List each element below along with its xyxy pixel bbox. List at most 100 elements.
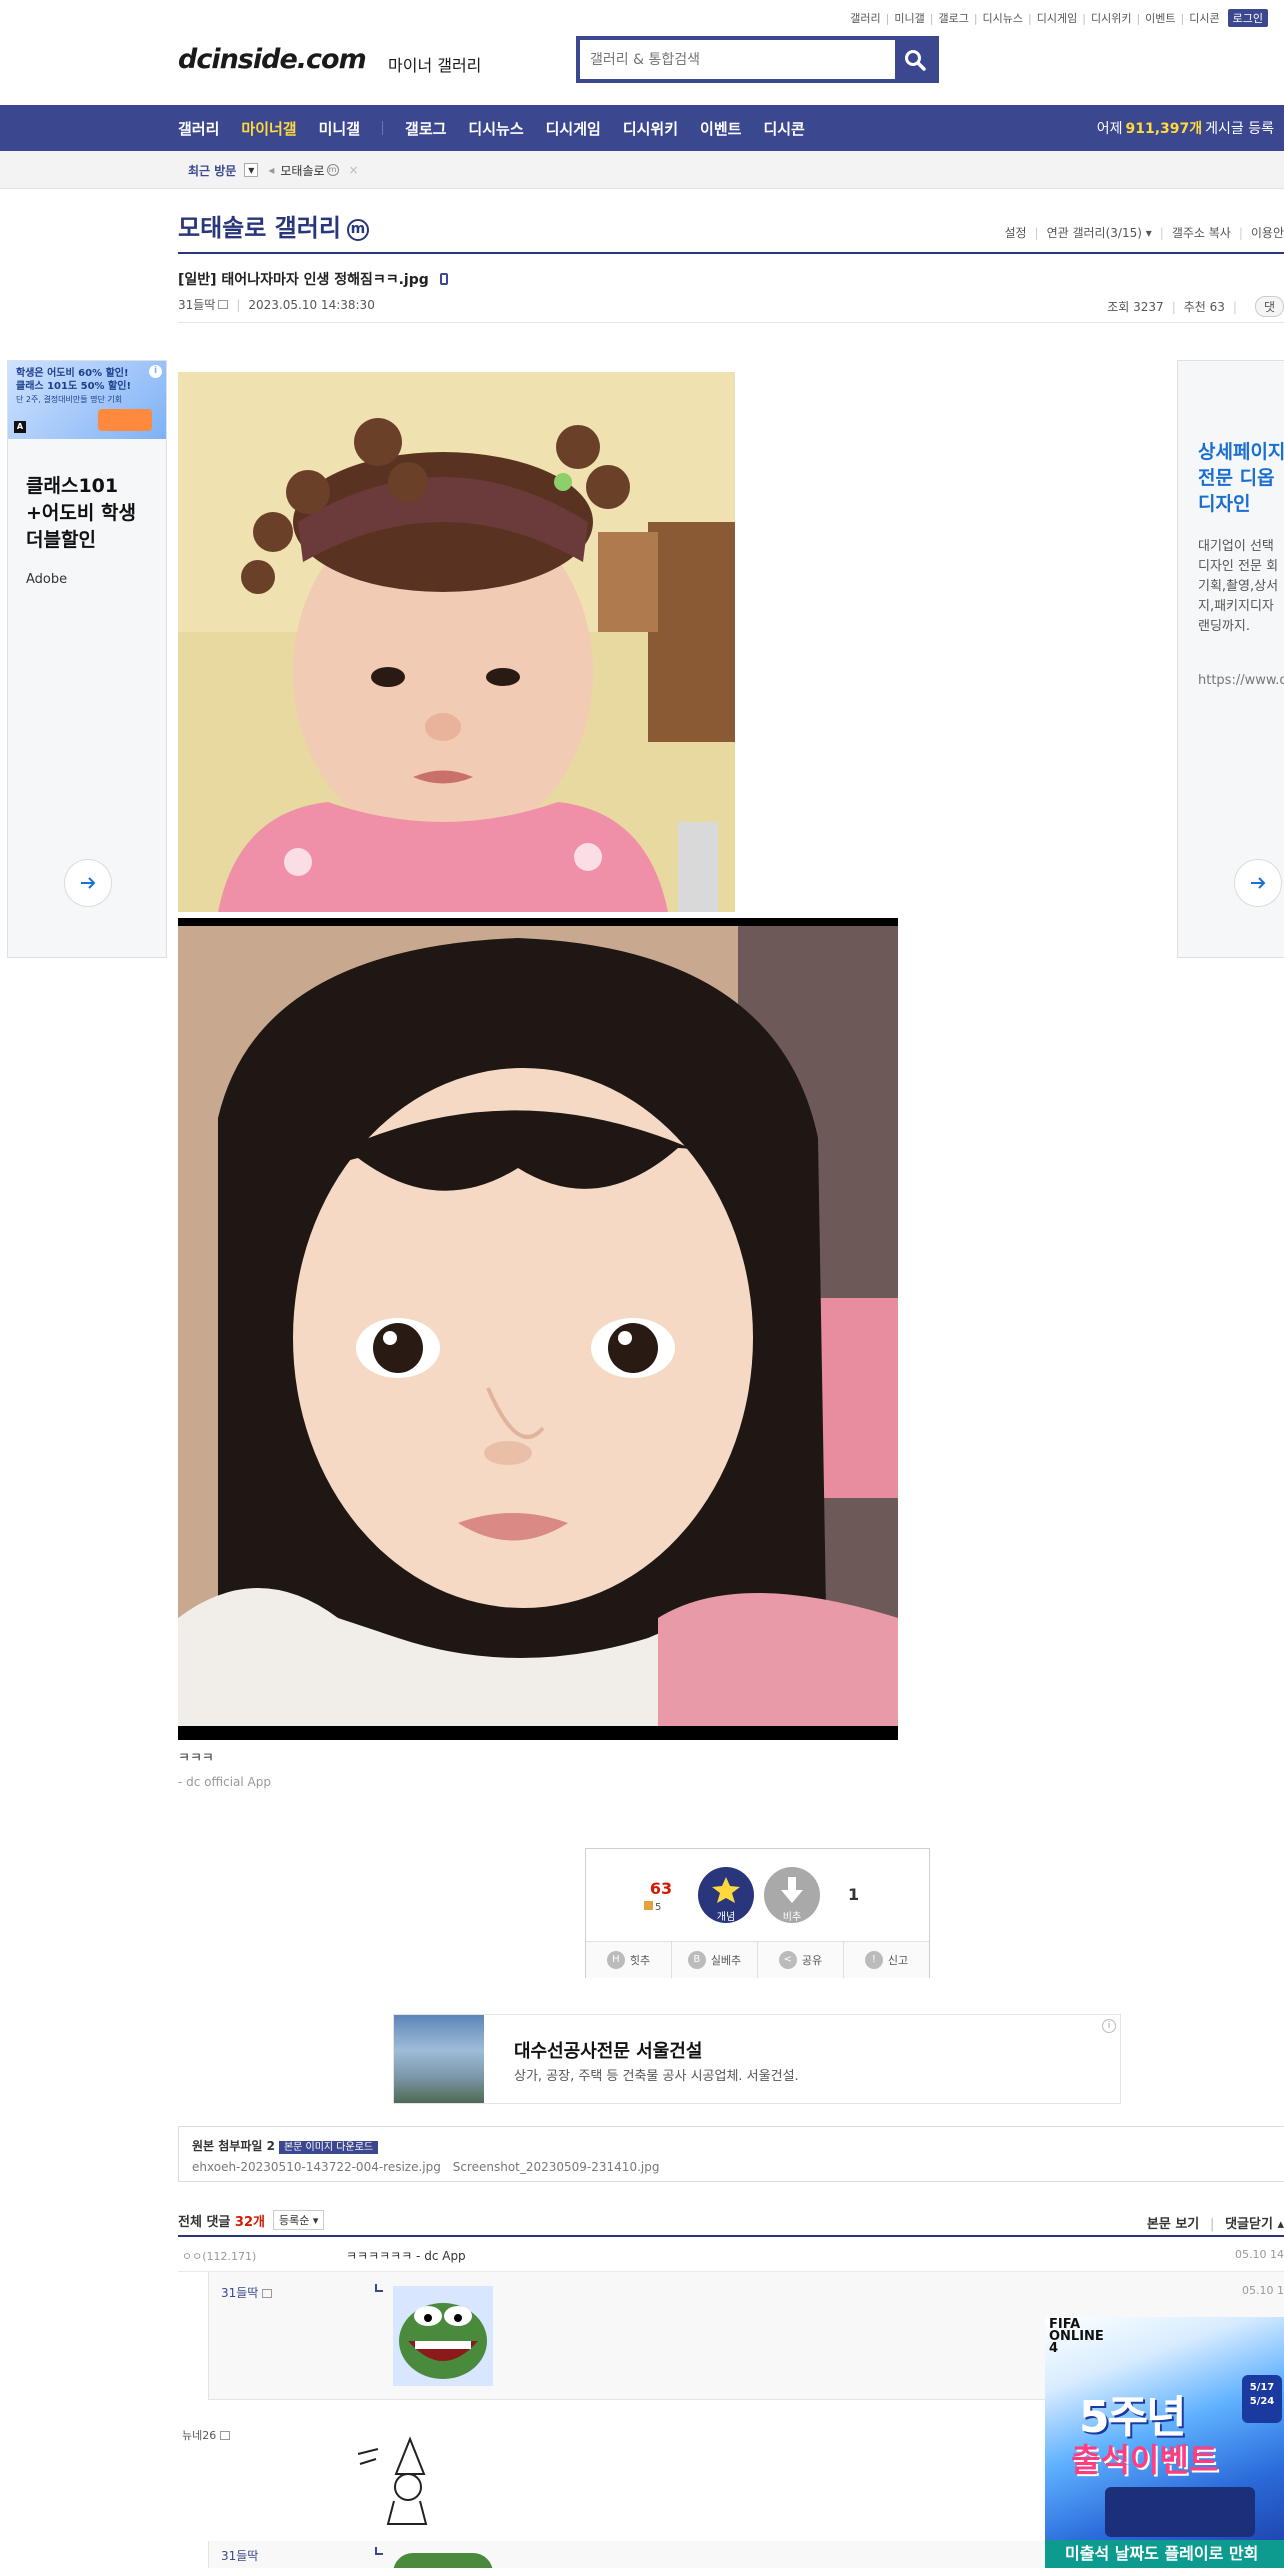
hit-icon: H [606, 1951, 625, 1969]
recent-dropdown-button[interactable]: ▼ [244, 163, 259, 177]
ad-desc-line: 대기업이 선택 [1198, 539, 1274, 554]
gnb-mini[interactable]: 미니갤 [319, 118, 360, 139]
fifa-ad-date: 5/24 [1249, 2396, 1275, 2407]
ad-headline-line: 전문 디옵 [1198, 467, 1275, 489]
search-input[interactable] [580, 40, 895, 79]
recommend-button[interactable]: 개념 [698, 1867, 754, 1923]
not-recommend-button[interactable]: 비추 [764, 1867, 820, 1923]
ad-desc-line: 랜딩까지. [1198, 619, 1250, 634]
util-link-gallery[interactable]: 갤러리 [850, 10, 880, 26]
attachment-file[interactable]: Screenshot_20230509-231410.jpg [453, 2160, 660, 2174]
fixed-nick-recommend: 5 [644, 1901, 661, 1913]
post-app-signature: - dc official App [178, 1775, 271, 1789]
comment-jump-button[interactable]: 댓 [1254, 296, 1284, 317]
search-button[interactable] [895, 40, 935, 79]
comment-sort-select[interactable]: 등록순 ▾ [272, 2210, 325, 2230]
gnb-news[interactable]: 디시뉴스 [468, 118, 523, 139]
ad-banner-line: 학생은 어도비 60% 할인! [16, 368, 129, 379]
login-button[interactable]: 로그인 [1227, 9, 1268, 27]
ad-banner[interactable]: 학생은 어도비 60% 할인! 클래스 101도 50% 할인! 단 2주, 결… [8, 361, 166, 439]
util-link-wiki[interactable]: 디시위키 [1091, 10, 1131, 26]
adobe-logo-icon: A [14, 421, 26, 433]
chevron-left-icon[interactable]: ◂ [268, 163, 274, 177]
gnb-wiki[interactable]: 디시위키 [623, 118, 678, 139]
recent-visit-bar: 최근 방문 ▼ ◂ 모태솔로 m × [0, 151, 1284, 189]
hit-recommend-button[interactable]: H 힛추 [586, 1942, 672, 1978]
gnb-game[interactable]: 디시게임 [546, 118, 601, 139]
close-icon[interactable]: × [349, 163, 359, 177]
util-link-minor[interactable]: 미니갤 [894, 10, 924, 26]
site-logo[interactable]: dcinside.com [178, 44, 367, 75]
post-author[interactable]: 31들딱 [178, 296, 215, 313]
fifa-ad-graphic [1105, 2487, 1255, 2537]
recent-visit-label: 최근 방문 [188, 163, 237, 178]
ad-desc-line: 디자인 전문 회 [1198, 559, 1279, 574]
image-download-button[interactable]: 본문 이미지 다운로드 [278, 2141, 379, 2154]
info-icon[interactable]: i [1102, 2019, 1116, 2033]
best-recommend-button[interactable]: B 실베추 [672, 1942, 758, 1978]
gnb-gallog[interactable]: 갤로그 [405, 118, 446, 139]
middle-ad[interactable]: 대수선공사전문 서울건설 상가, 공장, 주택 등 건축물 공사 시공업체. 서… [393, 2014, 1121, 2104]
ad-arrow-button[interactable] [1234, 859, 1282, 907]
gallery-title[interactable]: 모태솔로 갤러리 m [178, 208, 369, 243]
post-image-child[interactable] [178, 918, 898, 1740]
report-button[interactable]: ! 신고 [844, 1942, 929, 1978]
caret-up-icon: ▴ [1277, 2217, 1284, 2232]
util-link-gallog[interactable]: 갤로그 [938, 10, 968, 26]
share-button[interactable]: < 공유 [758, 1942, 844, 1978]
ad-headline-line: +어도비 학생 [26, 502, 136, 524]
gnb-gallery[interactable]: 갤러리 [178, 118, 219, 139]
comment-nick[interactable]: 31들딱 [221, 2547, 258, 2564]
post-image-baby[interactable] [178, 372, 735, 912]
arrow-down-icon [781, 1877, 803, 1903]
siren-icon: ! [864, 1951, 883, 1969]
comment-nick[interactable]: ㅇㅇ(112.171) [182, 2248, 256, 2264]
recent-item[interactable]: 모태솔로 [280, 162, 324, 179]
mobile-icon [439, 273, 448, 285]
usage-link[interactable]: 이용안 [1251, 224, 1284, 241]
post-meta: 31들딱 | 2023.05.10 14:38:30 [178, 296, 375, 313]
post-title: [일반] 태어나자마자 인생 정해짐ㅋㅋ.jpg [178, 269, 448, 289]
util-link-dccon[interactable]: 디시콘 [1189, 10, 1219, 26]
view-body-link[interactable]: 본문 보기 [1147, 2217, 1199, 2232]
post-stat: 어제 911,397개 게시글 등록 [1097, 105, 1274, 151]
comment-nick[interactable]: 31들딱 [221, 2284, 273, 2301]
minor-gallery-label[interactable]: 마이너 갤러리 [388, 52, 481, 76]
ad-headline-line: 클래스101 [26, 475, 119, 497]
left-side-ad[interactable]: 학생은 어도비 60% 할인! 클래스 101도 50% 할인! 단 2주, 결… [7, 360, 167, 958]
gallog-icon[interactable] [218, 300, 229, 309]
util-link-news[interactable]: 디시뉴스 [983, 10, 1023, 26]
gnb-dccon[interactable]: 디시콘 [763, 118, 804, 139]
comment-label: 전체 댓글 [178, 2214, 231, 2230]
gallog-icon[interactable] [262, 2289, 273, 2298]
global-nav: 갤러리 마이너갤 미니갤 갤로그 디시뉴스 디시게임 디시위키 이벤트 디시콘 … [0, 105, 1284, 151]
copy-address-link[interactable]: 갤주소 복사 [1172, 224, 1231, 241]
util-link-game[interactable]: 디시게임 [1037, 10, 1077, 26]
close-comments-link[interactable]: 댓글닫기 ▴ [1225, 2217, 1284, 2232]
post-datetime: 2023.05.10 14:38:30 [248, 297, 375, 312]
settings-link[interactable]: 설정 [1004, 224, 1026, 241]
caret-down-icon: ▾ [1145, 226, 1152, 240]
ad-thumbnail [394, 2015, 484, 2103]
dccon-pepe-image [393, 2286, 493, 2386]
recommend-box: 63 5 개념 비추 1 H 힛추 B 실베추 < 공유 ! 신고 [585, 1848, 930, 1978]
ad-brand: Adobe [26, 572, 68, 587]
attachment-file[interactable]: ehxoeh-20230510-143722-004-resize.jpg [192, 2160, 441, 2174]
fixed-nick-icon [219, 2431, 230, 2440]
fifa-ad[interactable]: FIFA ONLINE 4 5주년 출석이벤트 5/17 5/24 미출석 날짜… [1045, 2317, 1284, 2568]
related-gallery-link[interactable]: 연관 갤러리(3/15) ▾ [1047, 224, 1152, 241]
ad-description: 상가, 공장, 주택 등 건축물 공사 시공업체. 서울건설. [514, 2069, 799, 2084]
gnb-minor[interactable]: 마이너갤 [241, 118, 296, 139]
comment-nick[interactable]: 뉴네26 [182, 2427, 230, 2443]
info-icon[interactable]: i [149, 365, 162, 378]
arrow-right-icon [81, 877, 96, 889]
attachment-title: 원본 첨부파일 2 [192, 2139, 275, 2153]
comment-row: ㅇㅇ(112.171) ㅋㅋㅋㅋㅋㅋ - dc App 05.10 14 [178, 2237, 1284, 2272]
util-link-event[interactable]: 이벤트 [1145, 10, 1175, 26]
recommend-count: 63 [649, 1879, 673, 1898]
ad-arrow-button[interactable] [64, 859, 112, 907]
attachment-box: 원본 첨부파일 2 본문 이미지 다운로드 ehxoeh-20230510-143… [178, 2126, 1284, 2182]
fifa-logo: FIFA ONLINE 4 [1049, 2317, 1104, 2356]
right-side-ad[interactable]: 상세페이지 전문 디옵 디자인 대기업이 선택 디자인 전문 회 기획,촬영,상… [1177, 360, 1284, 958]
gnb-event[interactable]: 이벤트 [700, 118, 741, 139]
